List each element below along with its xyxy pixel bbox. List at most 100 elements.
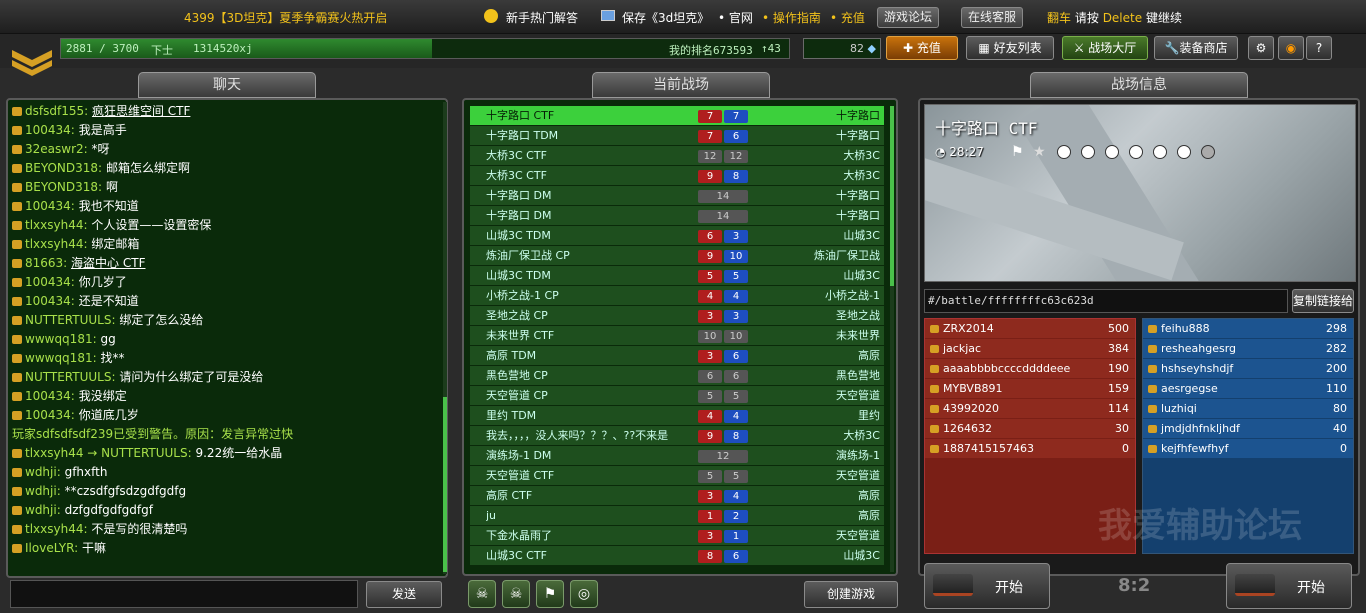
player-name: jackjac xyxy=(943,342,982,355)
chat-username[interactable]: wdhji: xyxy=(25,465,61,479)
chat-scroll-thumb[interactable] xyxy=(443,397,447,572)
event-banner[interactable]: 4399【3D坦克】夏季争霸赛火热开启 xyxy=(184,9,387,26)
chat-username[interactable]: wdhji: xyxy=(25,484,61,498)
battle-row[interactable]: 我去，，，，没人来吗？？？、??不来是 9 8 大桥3C xyxy=(470,426,884,446)
battle-row[interactable]: 未来世界 CTF 10 10 未来世界 xyxy=(470,326,884,346)
chat-username[interactable]: wdhji: xyxy=(25,503,61,517)
battle-map: 十字路口 xyxy=(836,209,880,222)
battle-row[interactable]: 黑色营地 CP 6 6 黑色营地 xyxy=(470,366,884,386)
chat-log[interactable]: dsfsdf155: 疯狂思维空间 CTF 100434: 我是高手 32easwr… xyxy=(12,102,440,576)
blue-count: 8 xyxy=(724,170,748,183)
battle-scroll-thumb[interactable] xyxy=(890,106,894,286)
battle-row[interactable]: 大桥3C CTF 12 12 大桥3C xyxy=(470,146,884,166)
chat-scrollbar[interactable] xyxy=(443,102,447,574)
flags-icon: ⚑ xyxy=(543,586,557,602)
friends-button[interactable]: ▦ 好友列表 xyxy=(966,36,1054,60)
battle-row[interactable]: 天空管道 CTF 5 5 天空管道 xyxy=(470,466,884,486)
battle-map: 十字路口 xyxy=(836,129,880,142)
chat-battle-link[interactable]: 疯狂思维空间 CTF xyxy=(92,104,190,118)
blue-player-row: luzhiqi 80 xyxy=(1143,399,1353,419)
battle-row[interactable]: 里约 TDM 4 4 里约 xyxy=(470,406,884,426)
chat-username[interactable]: 81663: xyxy=(25,256,67,270)
start-red-button[interactable]: 开始 xyxy=(924,563,1050,609)
chat-username[interactable]: tlxxsyh44: xyxy=(25,218,88,232)
chat-username[interactable]: NUTTERTUULS: xyxy=(25,370,116,384)
rank-icon xyxy=(12,240,22,249)
chat-input[interactable] xyxy=(10,580,358,608)
lobby-button[interactable]: ⚔ 战场大厅 xyxy=(1062,36,1148,60)
battle-row[interactable]: 圣地之战 CP 3 3 圣地之战 xyxy=(470,306,884,326)
blue-player-row: kejfhfewfhyf 0 xyxy=(1143,439,1353,459)
filter-dm-button[interactable]: ☠ xyxy=(468,580,496,608)
xp-value: 2881 / 3700 xyxy=(66,42,139,55)
create-game-button[interactable]: 创建游戏 xyxy=(804,581,898,608)
settings-button[interactable]: ⚙ xyxy=(1248,36,1274,60)
chat-username[interactable]: IloveLYR: xyxy=(25,541,78,555)
chat-username[interactable]: tlxxsyh44: xyxy=(25,237,88,251)
blue-count: 6 xyxy=(724,130,748,143)
battle-row[interactable]: 山城3C CTF 8 6 山城3C xyxy=(470,546,884,566)
recharge-label: 充值 xyxy=(916,41,941,55)
faq-link[interactable]: 新手热门解答 xyxy=(506,9,578,26)
chat-battle-link[interactable]: 海盗中心 CTF xyxy=(71,256,145,270)
battle-timer: ◔ 28:27 xyxy=(935,145,984,159)
recharge-button[interactable]: ✚ 充值 xyxy=(886,36,958,60)
filter-ctf-button[interactable]: ⚑ xyxy=(536,580,564,608)
save-link[interactable]: 保存《3d坦克》 xyxy=(622,9,709,26)
help-button[interactable]: ? xyxy=(1306,36,1332,60)
battle-row[interactable]: 十字路口 TDM 7 6 十字路口 xyxy=(470,126,884,146)
chat-username[interactable]: 100434: xyxy=(25,294,75,308)
official-link[interactable]: • 官网 xyxy=(718,9,753,26)
battle-list[interactable]: 十字路口 CTF 7 7 十字路口 十字路口 TDM 7 6 十字路口 大桥3C CTF 12 12… xyxy=(470,106,884,574)
rank-icon xyxy=(930,425,939,433)
chat-username[interactable]: wwwqq181: xyxy=(25,351,97,365)
shop-button[interactable]: 🔧装备商店 xyxy=(1154,36,1238,60)
support-button[interactable]: 在线客服 xyxy=(961,7,1024,28)
chat-username[interactable]: 100434: xyxy=(25,408,75,422)
guide-link[interactable]: • 操作指南 xyxy=(762,9,821,26)
battle-row[interactable]: 十字路口 CTF 7 7 十字路口 xyxy=(470,106,884,126)
battle-row[interactable]: 炼油厂保卫战 CP 9 10 炼油厂保卫战 xyxy=(470,246,884,266)
chat-username[interactable]: NUTTERTUULS: xyxy=(25,313,116,327)
battle-row[interactable]: 大桥3C CTF 9 8 大桥3C xyxy=(470,166,884,186)
chat-username[interactable]: BEYOND318: xyxy=(25,161,102,175)
battle-row[interactable]: ju 1 2 高原 xyxy=(470,506,884,526)
battle-row[interactable]: 山城3C TDM 5 5 山城3C xyxy=(470,266,884,286)
battle-row[interactable]: 十字路口 DM 14 十字路口 xyxy=(470,206,884,226)
filter-cp-button[interactable]: ◎ xyxy=(570,580,598,608)
battle-row[interactable]: 演练场-1 DM 12 演练场-1 xyxy=(470,446,884,466)
chat-username[interactable]: 100434: xyxy=(25,123,75,137)
send-button[interactable]: 发送 xyxy=(366,581,442,608)
chat-username[interactable]: 32easwr2: xyxy=(25,142,88,156)
red-count: 3 xyxy=(698,530,722,543)
chat-username[interactable]: BEYOND318: xyxy=(25,180,102,194)
red-player-row: 1264632 30 xyxy=(925,419,1135,439)
battle-row[interactable]: 高原 TDM 3 6 高原 xyxy=(470,346,884,366)
chat-username[interactable]: dsfsdf155: xyxy=(25,104,88,118)
battle-url-field[interactable]: #/battle/ffffffffc63c623d xyxy=(924,289,1288,313)
battle-scrollbar[interactable] xyxy=(890,106,894,572)
battle-row[interactable]: 高原 CTF 3 4 高原 xyxy=(470,486,884,506)
player-count: 14 xyxy=(698,210,748,223)
recharge-link[interactable]: • 充值 xyxy=(830,9,865,26)
chat-username[interactable]: 100434: xyxy=(25,199,75,213)
filter-tdm-button[interactable]: ☠ xyxy=(502,580,530,608)
blue-player-row: hshseyhshdjf 200 xyxy=(1143,359,1353,379)
chat-username[interactable]: tlxxsyh44: xyxy=(25,522,88,536)
start-blue-button[interactable]: 开始 xyxy=(1226,563,1352,609)
battle-row[interactable]: 山城3C TDM 6 3 山城3C xyxy=(470,226,884,246)
battle-row[interactable]: 天空管道 CP 5 5 天空管道 xyxy=(470,386,884,406)
copy-link-button[interactable]: 复制链接给 xyxy=(1292,289,1354,313)
battle-row[interactable]: 十字路口 DM 14 十字路口 xyxy=(470,186,884,206)
chat-username[interactable]: wwwqq181: xyxy=(25,332,97,346)
battle-row[interactable]: 小桥之战-1 CP 4 4 小桥之战-1 xyxy=(470,286,884,306)
sound-button[interactable]: ◉ xyxy=(1278,36,1304,60)
red-count: 9 xyxy=(698,250,722,263)
forum-button[interactable]: 游戏论坛 xyxy=(877,7,940,28)
chat-username[interactable]: tlxxsyh44 → NUTTERTUULS: xyxy=(25,446,192,460)
red-count: 5 xyxy=(698,390,722,403)
chat-username[interactable]: 100434: xyxy=(25,275,75,289)
battle-row[interactable]: 下金水晶雨了 3 1 天空管道 xyxy=(470,526,884,546)
blue-count: 4 xyxy=(724,410,748,423)
chat-username[interactable]: 100434: xyxy=(25,389,75,403)
